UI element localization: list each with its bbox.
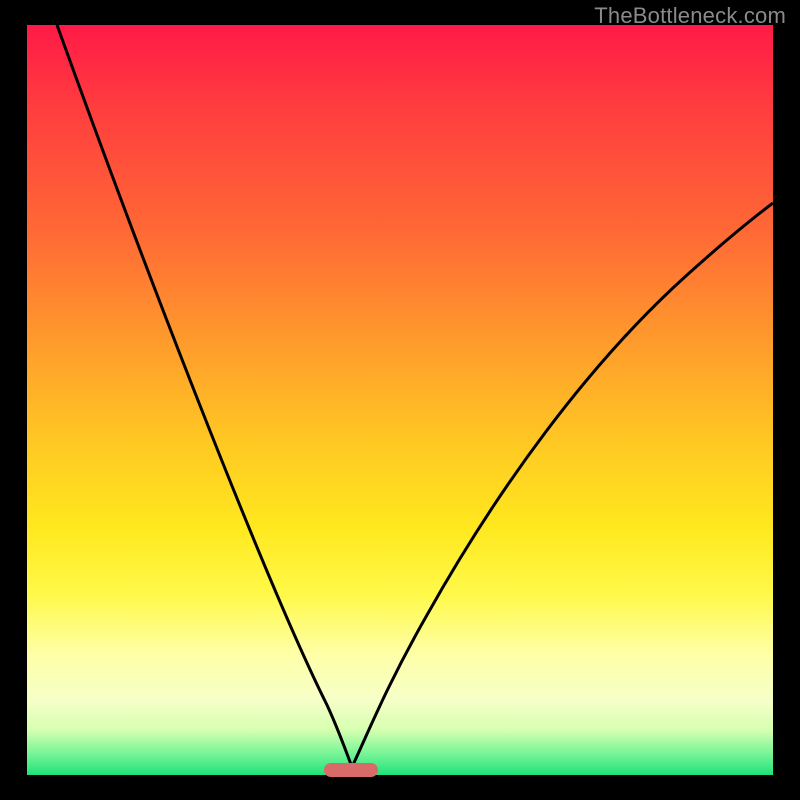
chart-frame: TheBottleneck.com bbox=[0, 0, 800, 800]
plot-area bbox=[27, 25, 773, 775]
optimum-marker bbox=[324, 763, 378, 777]
curve-left-branch bbox=[57, 25, 352, 767]
bottleneck-curve bbox=[27, 25, 773, 775]
watermark-text: TheBottleneck.com bbox=[594, 3, 786, 29]
curve-right-branch bbox=[352, 203, 773, 767]
